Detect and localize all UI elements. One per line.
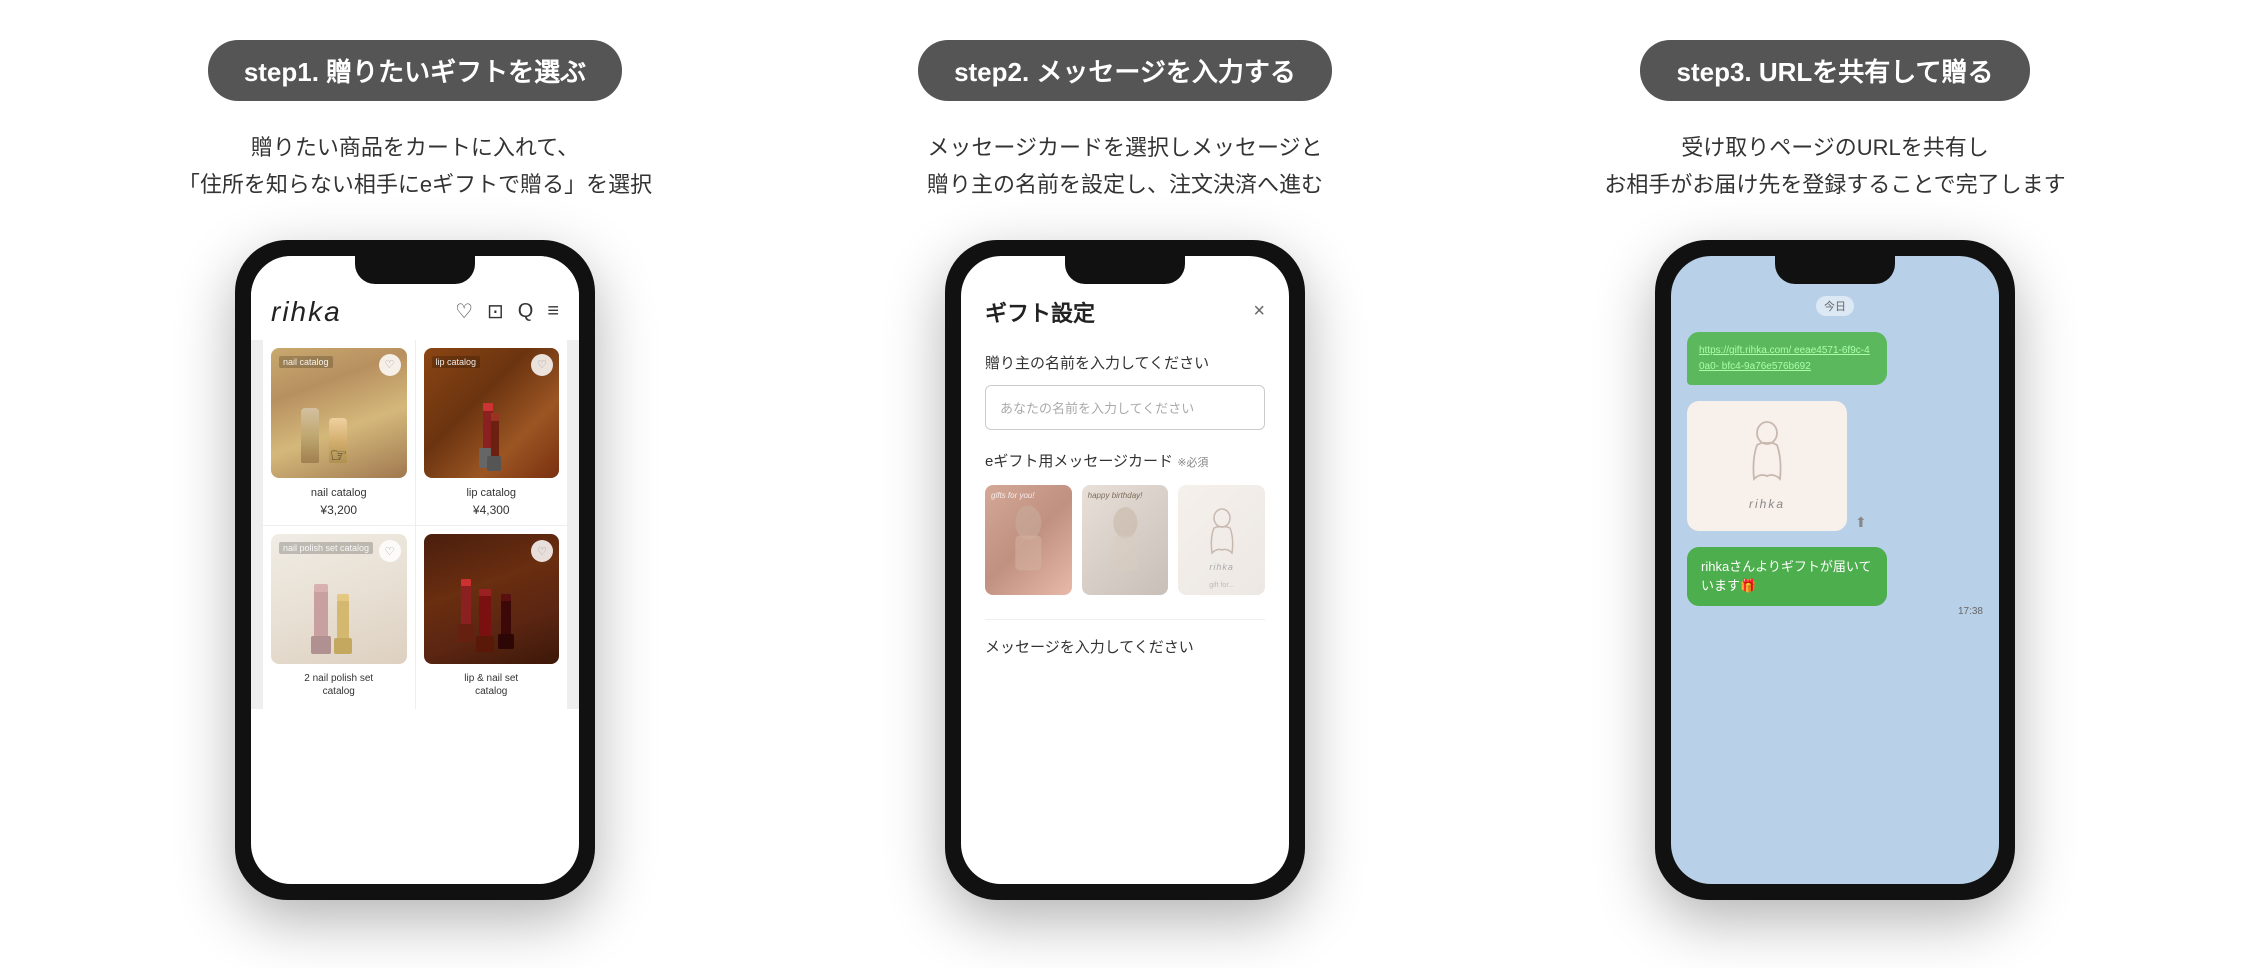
step3-screen: 今日 https://gift.rihka.com/ eeae4571-6f9c… [1671,256,1999,884]
lip-catalog-overlay-label: lip catalog [432,356,481,368]
gift-card-2[interactable]: happy birthday! [1082,485,1169,595]
cart-icon[interactable]: ⊡ [487,299,504,324]
lip-catalog-heart[interactable]: ♡ [531,354,553,376]
product-card-nail-catalog[interactable]: nail catalog ♡ ☞ nail catalog ¥3,200 [263,340,415,525]
step3-description: 受け取りページのURLを共有し お相手がお届け先を登録することで完了します [1604,129,2065,204]
app-header-icons: ♡ ⊡ Q ≡ [455,299,559,324]
gift-card-2-label: happy birthday! [1088,491,1143,500]
chat-url-link[interactable]: https://gift.rihka.com/ eeae4571-6f9c-40… [1699,345,1870,373]
app-logo: rihka [271,296,342,328]
gift-dialog-title: ギフト設定 [985,296,1095,328]
gift-card-3-figure [1202,508,1242,558]
share-icon[interactable]: ⬆ [1855,514,1867,531]
step1-badge: step1. 贈りたいギフトを選ぶ [208,40,622,101]
heart-icon[interactable]: ♡ [455,299,473,324]
nail-set-overlay-label: nail polish set catalog [279,542,373,554]
sender-name-input[interactable]: あなたの名前を入力してください [985,385,1265,430]
step2-section: step2. メッセージを入力する メッセージカードを選択しメッセージと 贈り主… [785,40,1465,900]
gift-dialog: ギフト設定 × 贈り主の名前を入力してください あなたの名前を入力してください … [961,256,1289,884]
gift-cards-grid: gifts for you! happy birthday! [985,485,1265,595]
lip-nail-set-heart[interactable]: ♡ [531,540,553,562]
gift-dialog-close-button[interactable]: × [1253,300,1265,323]
step3-badge: step3. URLを共有して贈る [1640,40,2029,101]
message-section-label: メッセージを入力してください [985,636,1265,657]
nail-catalog-overlay-label: nail catalog [279,356,333,368]
sender-label: 贈り主の名前を入力してください [985,352,1265,373]
product-grid: nail catalog ♡ ☞ nail catalog ¥3,200 [251,340,579,709]
phone-notch-1 [355,256,475,284]
lip-catalog-image: lip catalog ♡ [424,348,560,478]
step2-phone: ギフト設定 × 贈り主の名前を入力してください あなたの名前を入力してください … [945,240,1305,900]
step1-description: 贈りたい商品をカートに入れて、 「住所を知らない相手にeギフトで贈る」を選択 [178,129,652,204]
gift-card-1[interactable]: gifts for you! [985,485,1072,595]
card-section-label: eギフト用メッセージカード ※必須 [985,450,1265,471]
nail-catalog-image: nail catalog ♡ ☞ [271,348,407,478]
cursor-pointer-icon: ☞ [330,443,348,468]
product-card-lip-nail-set[interactable]: ♡ lip & nail setcatalog [416,526,568,709]
product-card-lip-catalog[interactable]: lip catalog ♡ lip catalog ¥4,300 [416,340,568,525]
step1-phone: rihka ♡ ⊡ Q ≡ nail catalog [235,240,595,900]
step3-phone: 今日 https://gift.rihka.com/ eeae4571-6f9c… [1655,240,2015,900]
gift-card-1-label: gifts for you! [991,491,1035,500]
gift-dialog-header: ギフト設定 × [985,296,1265,328]
lip-catalog-label: lip catalog [466,486,516,500]
step1-section: step1. 贈りたいギフトを選ぶ 贈りたい商品をカートに入れて、 「住所を知ら… [75,40,755,900]
gift-message-group: rihkaさんよりギフトが届いています🎁 17:38 [1687,547,1983,617]
chat-timestamp: 17:38 [1958,606,1983,617]
step2-description: メッセージカードを選択しメッセージと 贈り主の名前を設定し、注文決済へ進む [927,129,1323,204]
gift-preview-card: rihka [1687,401,1847,531]
nail-set-label: 2 nail polish setcatalog [304,672,373,698]
gift-message-bubble: rihkaさんよりギフトが届いています🎁 [1687,547,1887,606]
gift-preview-figure-svg [1740,421,1795,489]
chat-url-bubble: https://gift.rihka.com/ eeae4571-6f9c-40… [1687,332,1887,385]
nail-set-heart[interactable]: ♡ [379,540,401,562]
chat-screen: 今日 https://gift.rihka.com/ eeae4571-6f9c… [1671,256,1999,884]
nail-set-image: nail polish set catalog ♡ [271,534,407,664]
step2-screen: ギフト設定 × 贈り主の名前を入力してください あなたの名前を入力してください … [961,256,1289,884]
lip-nail-set-label: lip & nail setcatalog [464,672,518,698]
nail-catalog-label: nail catalog [311,486,367,500]
gift-card-3-brand: rihka [1209,562,1234,572]
step3-section: step3. URLを共有して贈る 受け取りページのURLを共有し お相手がお届… [1495,40,2175,900]
required-badge: ※必須 [1177,457,1208,469]
phone-notch-2 [1065,256,1185,284]
chat-card-container: rihka ⬆ [1687,401,1983,531]
menu-icon[interactable]: ≡ [547,300,559,323]
phone-notch-3 [1775,256,1895,284]
message-section: メッセージを入力してください [985,619,1265,657]
gift-card-3-label: gift for... [1209,582,1234,589]
nail-catalog-price: ¥3,200 [320,503,357,517]
gift-card-3[interactable]: rihka gift for... [1178,485,1265,595]
lip-catalog-price: ¥4,300 [473,503,510,517]
step1-screen: rihka ♡ ⊡ Q ≡ nail catalog [251,256,579,884]
chat-time-label: 今日 [1816,296,1854,316]
lip-nail-set-image: ♡ [424,534,560,664]
product-card-nail-set[interactable]: nail polish set catalog ♡ 2 nail polish … [263,526,415,709]
nail-catalog-heart[interactable]: ♡ [379,354,401,376]
step2-badge: step2. メッセージを入力する [918,40,1332,101]
search-icon[interactable]: Q [518,300,534,323]
chat-url-group: https://gift.rihka.com/ eeae4571-6f9c-40… [1687,332,1983,385]
gift-preview-brand-label: rihka [1749,497,1785,511]
